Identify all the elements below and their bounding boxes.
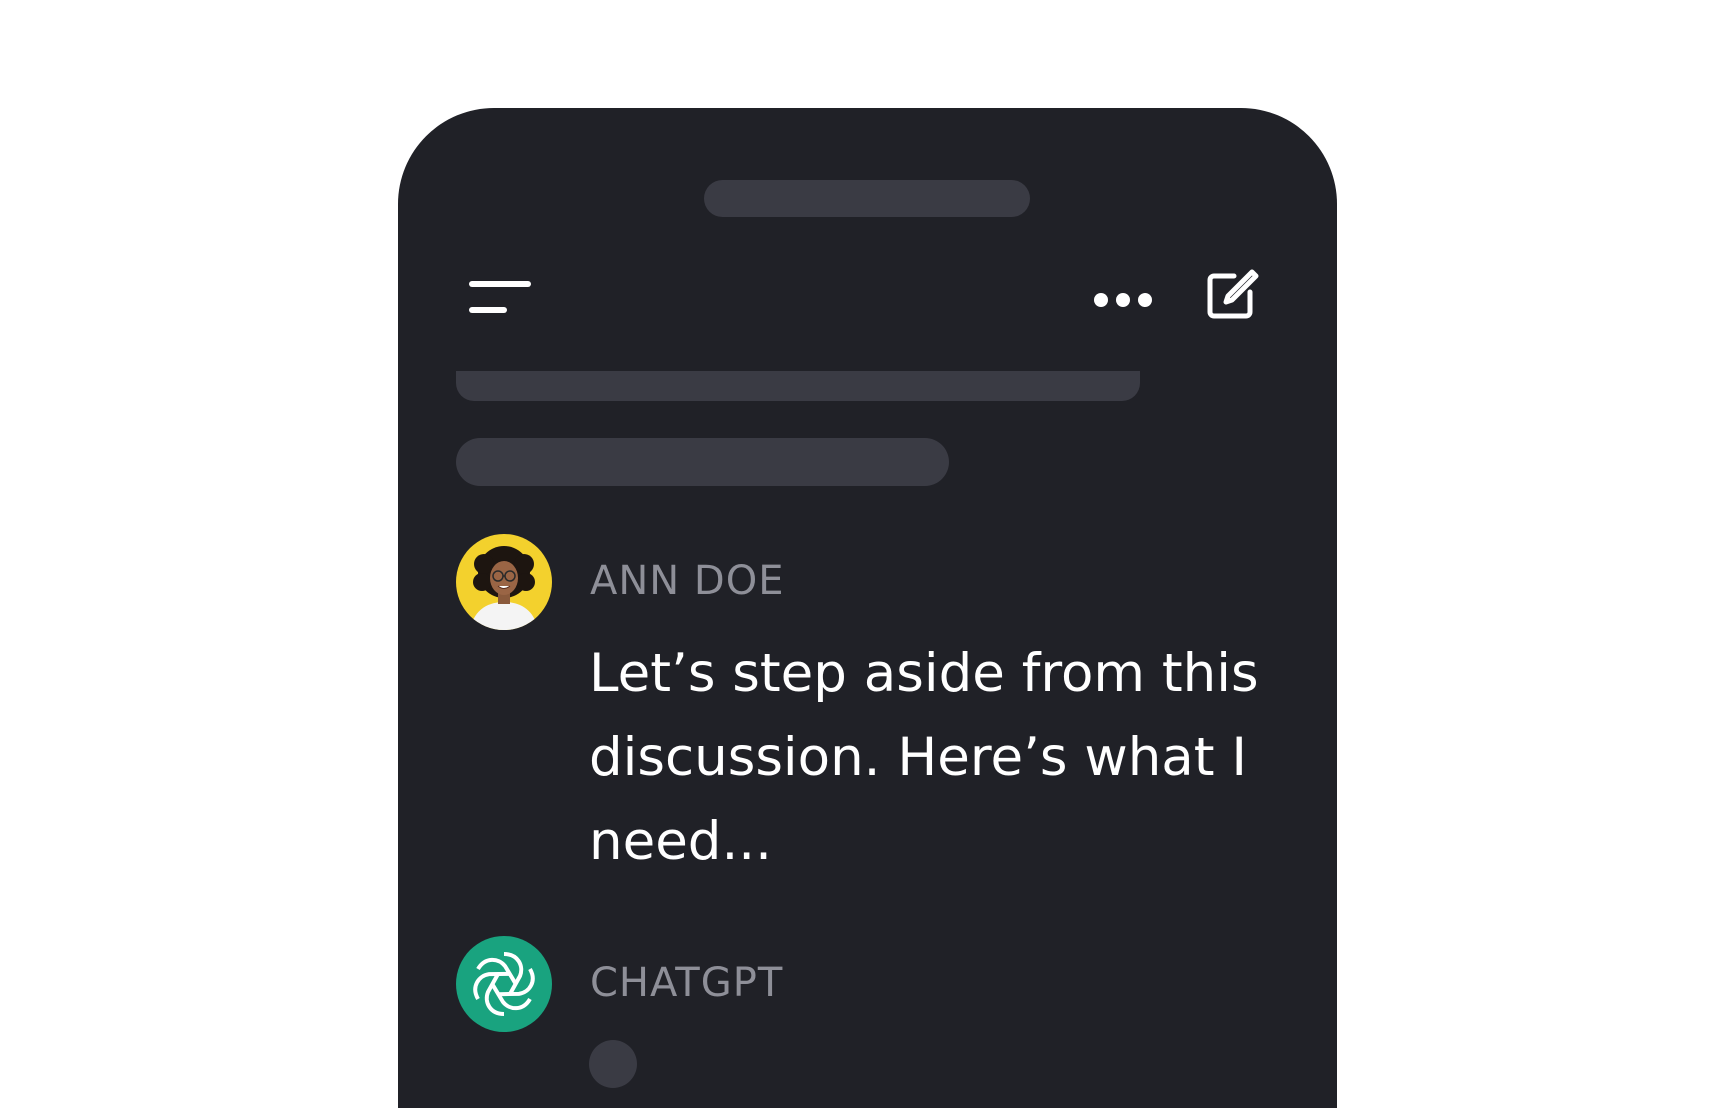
sender-name: ANN DOE xyxy=(590,558,785,604)
phone-frame: ANN DOE Let’s step aside from this discu… xyxy=(398,108,1337,1108)
message-text: Let’s step aside from this discussion. H… xyxy=(589,643,1259,872)
loading-placeholder xyxy=(456,438,949,486)
loading-placeholder xyxy=(456,371,1140,401)
sender-name: CHATGPT xyxy=(590,960,784,1006)
compose-icon[interactable] xyxy=(1204,266,1260,322)
menu-icon[interactable] xyxy=(468,278,532,316)
chatgpt-logo-icon xyxy=(456,936,552,1032)
more-horizontal-icon[interactable] xyxy=(1093,285,1153,315)
user-avatar xyxy=(456,534,552,630)
phone-notch xyxy=(704,180,1030,217)
typing-indicator xyxy=(589,1040,637,1088)
